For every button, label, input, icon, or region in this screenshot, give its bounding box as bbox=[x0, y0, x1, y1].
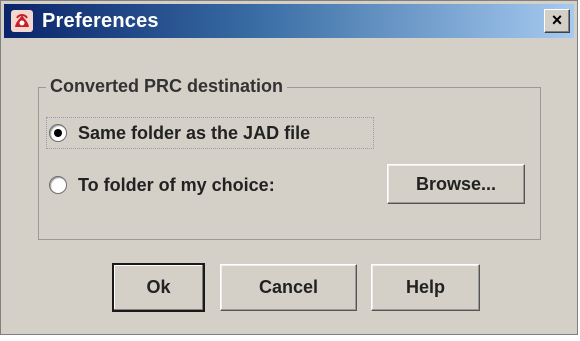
window-title: Preferences bbox=[42, 10, 159, 32]
close-button[interactable]: × bbox=[544, 9, 570, 33]
radio-custom-folder[interactable]: To folder of my choice: bbox=[46, 169, 275, 201]
radio-dot bbox=[54, 129, 62, 137]
radio-button-selected[interactable] bbox=[49, 124, 67, 142]
radio-same-folder[interactable]: Same folder as the JAD file bbox=[46, 117, 374, 149]
browse-button[interactable]: Browse... bbox=[387, 164, 525, 204]
ok-button[interactable]: Ok bbox=[112, 263, 205, 312]
radio-same-folder-label: Same folder as the JAD file bbox=[78, 122, 311, 143]
radio-button-unselected[interactable] bbox=[49, 176, 67, 194]
cancel-button[interactable]: Cancel bbox=[220, 264, 357, 311]
radio-custom-folder-label: To folder of my choice: bbox=[78, 174, 275, 195]
help-button[interactable]: Help bbox=[371, 264, 480, 311]
close-icon: × bbox=[551, 10, 563, 30]
title-bar[interactable]: Preferences × bbox=[4, 4, 574, 38]
group-title: Converted PRC destination bbox=[46, 74, 288, 98]
preferences-dialog: Preferences × Converted PRC destination … bbox=[0, 0, 578, 335]
java-app-icon bbox=[10, 9, 34, 33]
